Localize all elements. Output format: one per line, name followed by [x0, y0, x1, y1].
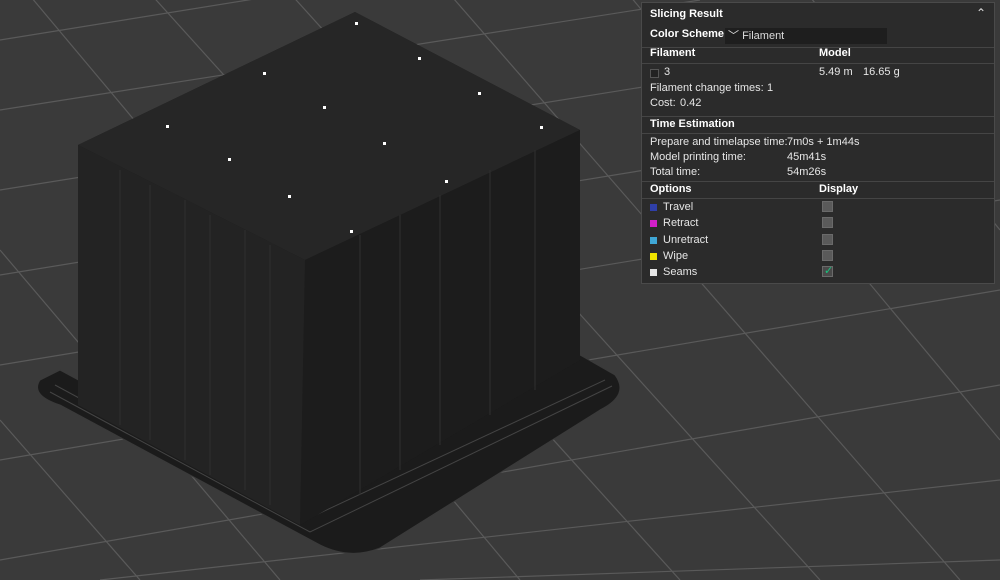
divider [642, 133, 994, 134]
model-time-label: Model printing time: [650, 151, 746, 163]
display-header: Display [819, 183, 859, 195]
total-time-value: 54m26s [787, 166, 827, 178]
total-time-label: Total time: [650, 166, 701, 178]
seams-display-checkbox[interactable]: ✓ [822, 265, 834, 277]
option-label: Wipe [663, 250, 689, 262]
unretract-color-swatch [650, 237, 657, 244]
model-header: Model [819, 47, 851, 59]
wipe-display-checkbox[interactable] [822, 250, 833, 261]
travel-color-swatch [650, 204, 657, 211]
wipe-color-swatch [650, 253, 657, 260]
cost-label: Cost: [650, 97, 676, 109]
retract-color-swatch [650, 220, 657, 227]
panel-title: Slicing Result [650, 8, 723, 20]
retract-display-checkbox[interactable] [822, 217, 833, 228]
divider [642, 198, 994, 199]
seams-color-swatch [650, 269, 657, 276]
filament-length: 5.49 m [819, 66, 853, 78]
chevron-down-icon: ﹀ [728, 30, 739, 42]
prepare-time-value: 7m0s + 1m44s [787, 136, 860, 148]
prepare-time-label: Prepare and timelapse time: [650, 136, 788, 148]
filament-color-swatch [650, 69, 659, 78]
option-label: Unretract [663, 234, 709, 246]
divider [642, 116, 994, 117]
divider [642, 63, 994, 64]
option-label: Travel [663, 201, 694, 213]
travel-display-checkbox[interactable] [822, 201, 833, 212]
divider [642, 181, 994, 182]
print-model [37, 12, 621, 554]
color-scheme-value: Filament [742, 30, 785, 42]
filament-id: 3 [664, 66, 671, 78]
filament-change-label: Filament change times: [650, 82, 764, 94]
option-label: Seams [663, 266, 698, 278]
collapse-icon[interactable]: ⌃ [974, 6, 988, 20]
time-estimation-header: Time Estimation [650, 118, 735, 130]
slicing-result-panel: Slicing Result ⌃ Color Scheme ﹀ Filament… [641, 2, 995, 284]
filament-change-value: 1 [767, 82, 774, 94]
option-label: Retract [663, 217, 699, 229]
model-time-value: 45m41s [787, 151, 827, 163]
cost-value: 0.42 [680, 97, 702, 109]
color-scheme-dropdown[interactable]: ﹀ Filament [725, 28, 887, 44]
unretract-display-checkbox[interactable] [822, 234, 833, 245]
filament-weight: 16.65 g [863, 66, 900, 78]
checkmark-icon: ✓ [824, 265, 834, 277]
